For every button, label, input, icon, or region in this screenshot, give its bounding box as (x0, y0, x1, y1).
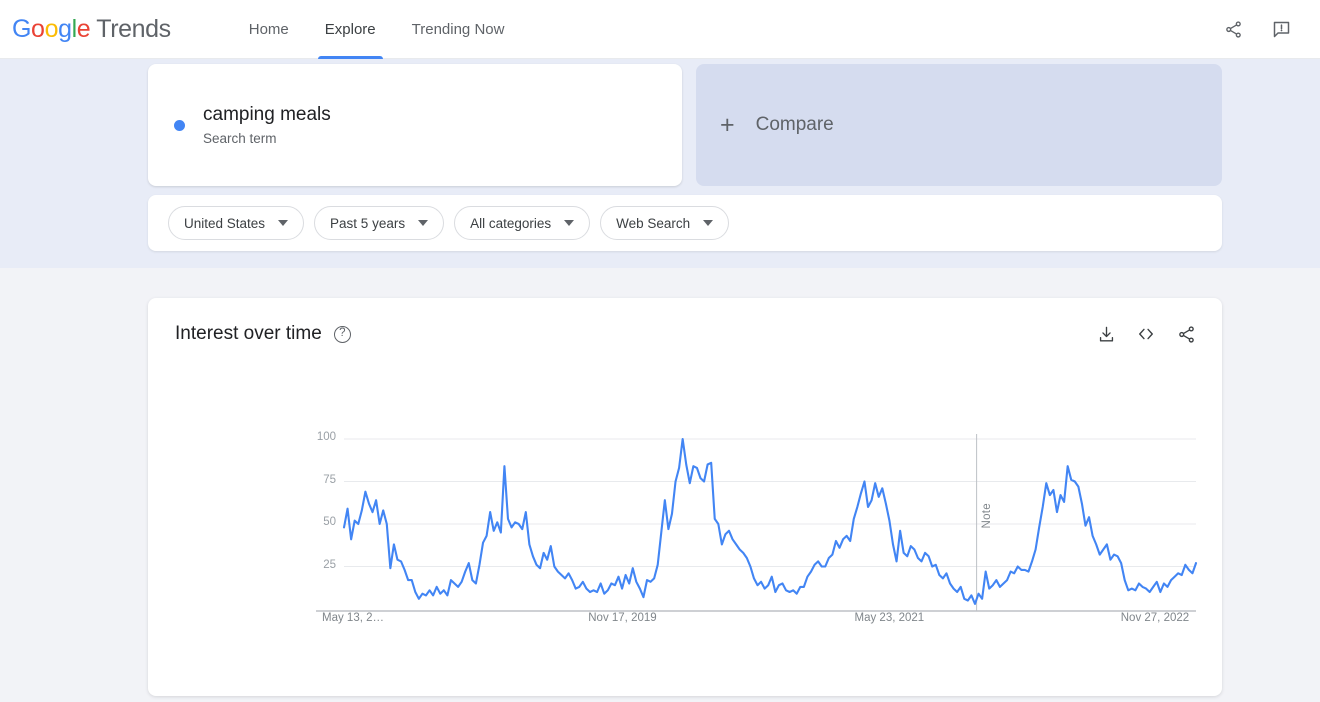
chevron-down-icon (278, 220, 289, 226)
plus-icon: + (720, 110, 735, 139)
google-trends-logo[interactable]: Google Trends (12, 15, 171, 44)
share-icon[interactable] (1216, 12, 1250, 46)
category-filter-label: All categories (470, 215, 552, 231)
chevron-down-icon (703, 220, 714, 226)
chart-series-line (342, 437, 1198, 605)
main-nav: Home Explore Trending Now (231, 0, 523, 59)
nav-item-home[interactable]: Home (231, 0, 307, 59)
search-term-type: Search term (203, 130, 277, 146)
google-wordmark: Google (12, 14, 91, 43)
time-range-filter-label: Past 5 years (330, 215, 406, 231)
x-axis-tick-label: May 13, 2… (322, 612, 384, 624)
y-axis-tick-label: 75 (323, 473, 336, 486)
top-bar-actions (1216, 12, 1298, 46)
y-axis-tick-label: 50 (323, 516, 336, 528)
interest-over-time-line-chart[interactable] (148, 428, 1222, 628)
embed-code-icon[interactable] (1134, 322, 1158, 346)
nav-label-explore: Explore (324, 20, 376, 38)
nav-item-explore[interactable]: Explore (307, 0, 394, 59)
chart-toolbar (1094, 322, 1198, 346)
nav-item-trending-now[interactable]: Trending Now (394, 0, 523, 59)
nav-label-home: Home (248, 20, 289, 38)
search-term-title: camping meals (203, 103, 331, 125)
help-icon[interactable]: ? (333, 325, 351, 343)
nav-label-trending-now: Trending Now (411, 20, 505, 38)
time-range-filter[interactable]: Past 5 years (314, 206, 445, 240)
query-row: camping meals Search term + Compare (148, 64, 1222, 186)
y-axis-tick-label: 25 (323, 558, 336, 571)
location-filter-label: United States (184, 215, 266, 231)
x-axis-labels: May 13, 2… Nov 17, 2019 May 23, 2021 Nov 27… (148, 612, 1222, 628)
share-icon[interactable] (1174, 322, 1198, 346)
chevron-down-icon (418, 220, 429, 226)
y-axis-tick-label: 100 (316, 431, 336, 443)
compare-card[interactable]: + Compare (696, 64, 1222, 186)
download-icon[interactable] (1094, 322, 1118, 346)
filters-bar: United States Past 5 years All categorie… (148, 195, 1222, 251)
location-filter[interactable]: United States (168, 206, 305, 240)
search-term-card[interactable]: camping meals Search term (148, 64, 682, 186)
x-axis-tick-label: Nov 27, 2022 (1120, 612, 1190, 624)
x-axis-tick-label: Nov 17, 2019 (588, 612, 657, 624)
feedback-icon[interactable] (1264, 12, 1298, 46)
x-axis-tick-label: May 23, 2021 (854, 612, 925, 624)
category-filter[interactable]: All categories (454, 206, 591, 240)
series-color-dot (174, 119, 185, 131)
interest-over-time-card: Interest over time ? 25 50 75 100 May 13… (148, 298, 1222, 696)
chart-plot-area[interactable] (148, 428, 1222, 628)
trends-wordmark: Trends (96, 14, 171, 43)
chevron-down-icon (564, 220, 575, 226)
compare-label: Compare (755, 114, 834, 135)
chart-header: Interest over time ? (175, 322, 1198, 346)
chart-title: Interest over time (175, 323, 322, 344)
top-navigation-bar: Google Trends Home Explore Trending Now (0, 0, 1320, 59)
search-type-filter-label: Web Search (616, 215, 691, 231)
chart-note-annotation: Note (980, 503, 993, 529)
search-type-filter[interactable]: Web Search (600, 206, 730, 240)
